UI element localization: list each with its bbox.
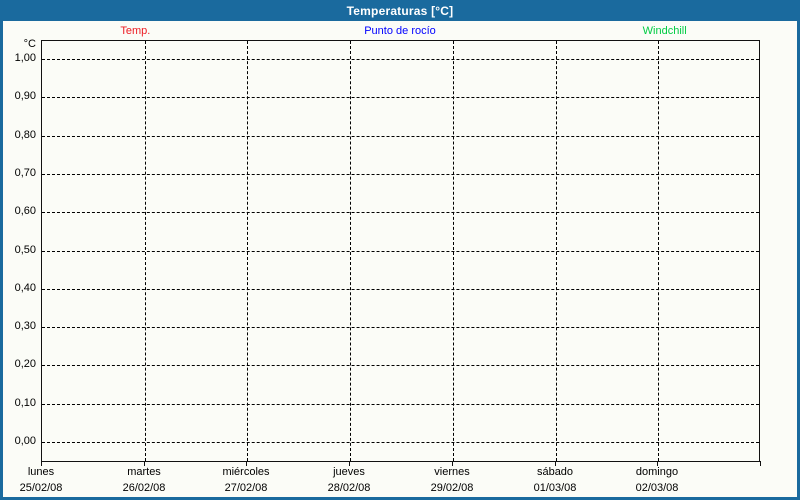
y-gridline xyxy=(42,288,759,290)
legend-item-temp: Temp. xyxy=(120,25,151,37)
x-day-name-label: lunes xyxy=(27,466,55,478)
day-boundary-gridline xyxy=(247,41,248,461)
x-tick-mark xyxy=(760,461,761,466)
y-gridline xyxy=(42,135,759,137)
y-tick-label: 0,70 xyxy=(14,166,36,179)
y-gridline xyxy=(42,250,759,252)
chart-titlebar: Temperaturas [°C] xyxy=(0,0,800,21)
y-gridline xyxy=(42,403,759,405)
x-date-label: 29/02/08 xyxy=(430,482,474,494)
plot-area xyxy=(41,40,760,462)
y-gridline xyxy=(42,97,759,99)
y-tick-label: 0,40 xyxy=(14,281,36,294)
y-tick-label: 0,30 xyxy=(14,320,36,333)
x-day-name-label: viernes xyxy=(434,466,470,478)
chart-legend: Temp. Punto de rocío Windchill xyxy=(3,24,797,39)
y-axis-unit-label: °C xyxy=(23,38,36,50)
day-boundary-gridline xyxy=(658,41,659,461)
y-tick-label: 0,10 xyxy=(14,396,36,409)
y-tick-label: 1,00 xyxy=(14,52,36,64)
y-tick-label: 0,80 xyxy=(14,128,36,141)
x-day-name-label: sábado xyxy=(536,466,574,478)
x-date-label: 01/03/08 xyxy=(533,482,577,494)
day-boundary-gridline xyxy=(350,41,351,461)
chart-window: Temperaturas [°C] Temp. Punto de rocío W… xyxy=(0,0,800,500)
chart-title: Temperaturas [°C] xyxy=(346,3,454,18)
y-tick-label: 0,90 xyxy=(14,90,36,103)
day-boundary-gridline xyxy=(145,41,146,461)
x-date-label: 27/02/08 xyxy=(224,482,268,494)
y-tick-label: 0,00 xyxy=(14,435,36,447)
legend-item-windchill: Windchill xyxy=(642,25,687,37)
y-gridline xyxy=(42,442,759,443)
x-day-name-label: miércoles xyxy=(222,466,270,478)
y-tick-label: 0,20 xyxy=(14,358,36,371)
y-gridline xyxy=(42,212,759,214)
legend-item-dew-point: Punto de rocío xyxy=(364,25,436,37)
y-tick-label: 0,50 xyxy=(14,243,36,256)
x-date-label: 02/03/08 xyxy=(635,482,679,494)
x-date-label: 26/02/08 xyxy=(122,482,166,494)
y-tick-label: 0,60 xyxy=(14,205,36,218)
x-day-name-label: jueves xyxy=(333,466,365,478)
day-boundary-gridline xyxy=(453,41,454,461)
y-gridline xyxy=(42,173,759,175)
x-date-label: 28/02/08 xyxy=(327,482,371,494)
day-boundary-gridline xyxy=(556,41,557,461)
x-day-name-label: domingo xyxy=(635,466,679,478)
y-gridline xyxy=(42,327,759,329)
y-gridline xyxy=(42,59,759,60)
y-gridline xyxy=(42,365,759,367)
x-day-name-label: martes xyxy=(127,466,161,478)
x-date-label: 25/02/08 xyxy=(19,482,63,494)
